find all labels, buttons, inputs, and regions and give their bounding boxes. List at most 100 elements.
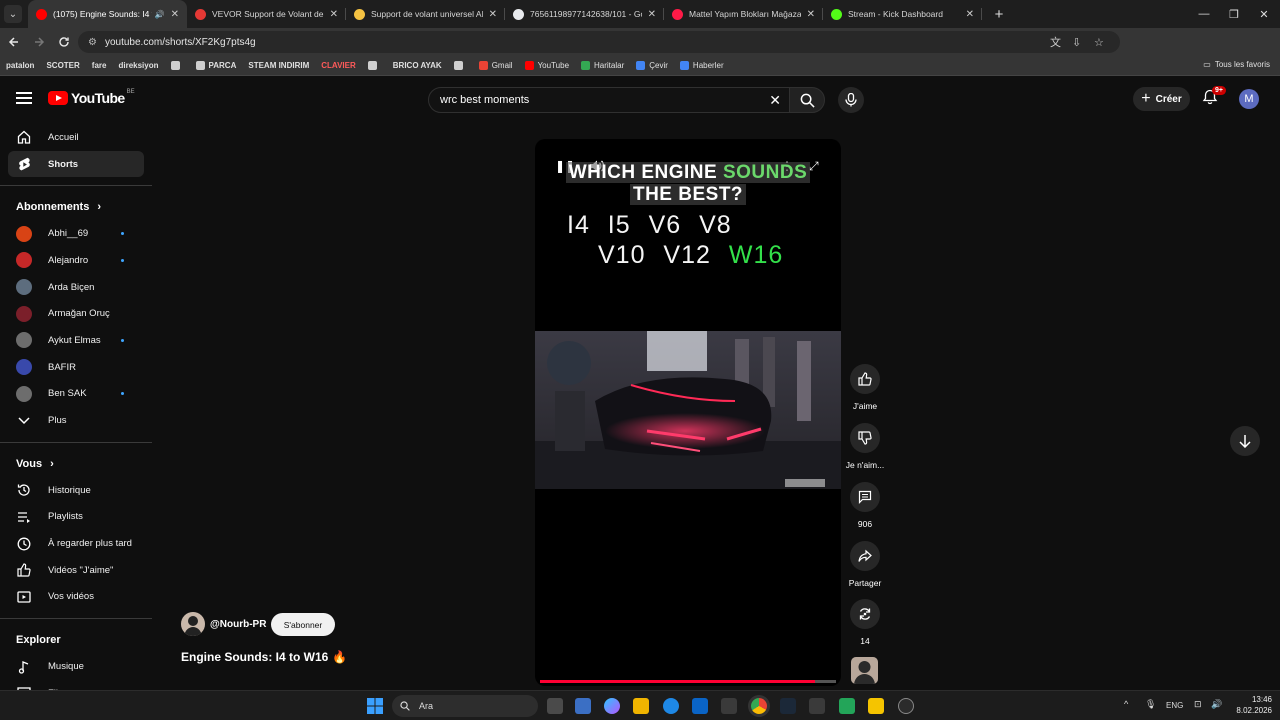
subscribe-button[interactable]: S'abonner bbox=[271, 613, 335, 636]
reload-button[interactable] bbox=[53, 31, 75, 53]
app-icon[interactable] bbox=[898, 698, 914, 714]
site-info-icon[interactable]: ⚙ bbox=[88, 37, 97, 48]
sidebar-item-shorts[interactable]: Shorts bbox=[8, 150, 144, 178]
language-indicator[interactable]: ENG bbox=[1166, 701, 1183, 710]
rockstar-icon[interactable] bbox=[868, 698, 884, 714]
app-icon[interactable] bbox=[721, 698, 737, 714]
sidebar-item[interactable]: Vidéos "J'aime" bbox=[0, 557, 144, 584]
bookmark-item[interactable]: YouTube bbox=[524, 61, 569, 70]
microphone-tray-icon[interactable]: 🎙 bbox=[1145, 699, 1156, 710]
search-button[interactable] bbox=[789, 87, 825, 113]
video-progress-bar[interactable] bbox=[540, 680, 836, 683]
sound-source-thumbnail[interactable] bbox=[851, 657, 878, 684]
tab-search-button[interactable]: ⌄ bbox=[4, 5, 22, 23]
bookmark-item[interactable]: patalon bbox=[6, 61, 34, 70]
clear-search-icon[interactable]: ✕ bbox=[769, 92, 781, 109]
browser-tab[interactable]: 7656119897714263​8/101 - Goo ✕ bbox=[505, 0, 664, 28]
all-bookmarks-button[interactable]: ▭ Tous les favoris bbox=[1203, 60, 1270, 69]
browser-tab[interactable]: Mattel Yapım Blokları Mağazası ✕ bbox=[664, 0, 823, 28]
subscriptions-header[interactable]: Abonnements › bbox=[0, 194, 152, 220]
bookmark-item[interactable]: direksiyon bbox=[118, 61, 158, 70]
bookmark-item[interactable]: Gmail bbox=[478, 61, 513, 70]
bookmark-item[interactable]: SCOTER bbox=[46, 61, 79, 70]
browser-tab[interactable]: Stream - Kick Dashboard ✕ bbox=[823, 0, 982, 28]
bookmark-item[interactable]: fare bbox=[92, 61, 107, 70]
sidebar-subscription-item[interactable]: Aykut Elmas bbox=[0, 327, 144, 354]
bookmark-item[interactable] bbox=[453, 61, 467, 70]
address-bar[interactable]: ⚙ youtube.com/shorts/XF2Kg7pts4g 文 ⇩ ☆ bbox=[78, 31, 1120, 53]
bookmark-item[interactable] bbox=[170, 61, 184, 70]
sidebar-item[interactable]: Playlists bbox=[0, 504, 144, 531]
close-tab-icon[interactable]: ✕ bbox=[171, 9, 179, 20]
sidebar-subscription-item[interactable]: BAFIR bbox=[0, 354, 144, 381]
close-tab-icon[interactable]: ✕ bbox=[807, 9, 815, 20]
shorts-player[interactable]: ❚❚ ⋮ ⤢ WHICH ENGINE SOUNDS THE BEST? I4 … bbox=[535, 139, 841, 686]
steam-icon[interactable] bbox=[780, 698, 796, 714]
channel-name[interactable]: @Nourb-PR bbox=[210, 619, 266, 630]
bookmark-star-icon[interactable]: ☆ bbox=[1094, 31, 1104, 53]
voice-search-button[interactable] bbox=[838, 87, 864, 113]
bookmark-item[interactable]: BRICO AYAK bbox=[393, 61, 442, 70]
sidebar-item[interactable]: Vos vidéos bbox=[0, 584, 144, 611]
tray-overflow-icon[interactable]: ^ bbox=[1124, 699, 1128, 709]
sidebar-item[interactable]: Films bbox=[0, 680, 144, 690]
close-tab-icon[interactable]: ✕ bbox=[330, 9, 338, 20]
search-input[interactable]: wrc best moments ✕ bbox=[428, 87, 790, 113]
bookmark-item[interactable]: CLAVIER bbox=[321, 61, 356, 70]
menu-icon[interactable] bbox=[16, 92, 32, 104]
dislike-button[interactable]: Je n'aim... bbox=[843, 423, 887, 470]
bookmark-item[interactable]: PARCA bbox=[195, 61, 236, 70]
discord-icon[interactable] bbox=[839, 698, 855, 714]
bookmark-item[interactable]: Çevir bbox=[636, 61, 668, 70]
sidebar-item-home[interactable]: Accueil bbox=[0, 124, 144, 151]
notifications-button[interactable]: 9+ bbox=[1202, 86, 1226, 109]
task-view-icon[interactable] bbox=[547, 698, 563, 714]
network-icon[interactable]: ⊡ bbox=[1194, 699, 1202, 710]
share-button[interactable]: Partager bbox=[843, 541, 887, 588]
close-window-button[interactable]: ✕ bbox=[1248, 0, 1280, 28]
new-tab-button[interactable]: + bbox=[988, 6, 1010, 23]
forward-button[interactable] bbox=[28, 31, 50, 53]
bookmark-item[interactable]: Haberler bbox=[679, 61, 724, 70]
youtube-logo[interactable]: YouTube BE bbox=[48, 89, 135, 106]
windows-start-icon[interactable] bbox=[367, 698, 383, 714]
comments-button[interactable]: 906 bbox=[843, 482, 887, 529]
sidebar-subscription-item[interactable]: Alejandro bbox=[0, 247, 144, 274]
system-clock[interactable]: 13:46 8.02.2026 bbox=[1228, 694, 1272, 716]
like-button[interactable]: J'aime bbox=[843, 364, 887, 411]
next-short-button[interactable] bbox=[1230, 426, 1260, 456]
bookmark-item[interactable]: Haritalar bbox=[581, 61, 624, 70]
install-app-icon[interactable]: ⇩ bbox=[1072, 31, 1081, 53]
create-button[interactable]: + Créer bbox=[1133, 87, 1190, 111]
chrome-icon[interactable] bbox=[751, 698, 767, 714]
file-explorer-icon[interactable] bbox=[633, 698, 649, 714]
translate-icon[interactable]: 文 bbox=[1050, 31, 1061, 53]
sidebar-subscription-item[interactable]: Ben SAK bbox=[0, 381, 144, 408]
close-tab-icon[interactable]: ✕ bbox=[648, 9, 656, 20]
browser-tab[interactable]: Support de volant universel AM ✕ bbox=[346, 0, 505, 28]
you-header[interactable]: Vous › bbox=[0, 451, 152, 477]
browser-tab[interactable]: VEVOR Support de Volant de C ✕ bbox=[187, 0, 346, 28]
sidebar-subscription-item[interactable]: Abhi__69 bbox=[0, 220, 144, 247]
outlook-icon[interactable] bbox=[692, 698, 708, 714]
tab-audio-icon[interactable]: 🔊 bbox=[155, 10, 165, 19]
restore-button[interactable]: ❐ bbox=[1218, 0, 1250, 28]
edge-icon[interactable] bbox=[663, 698, 679, 714]
channel-avatar[interactable] bbox=[181, 612, 205, 636]
bookmark-item[interactable] bbox=[367, 61, 381, 70]
copilot-icon[interactable] bbox=[604, 698, 620, 714]
volume-tray-icon[interactable]: 🔊 bbox=[1211, 699, 1222, 710]
close-tab-icon[interactable]: ✕ bbox=[489, 9, 497, 20]
app-icon[interactable] bbox=[809, 698, 825, 714]
back-button[interactable] bbox=[3, 31, 25, 53]
sidebar-show-more[interactable]: Plus bbox=[0, 407, 144, 434]
sidebar-subscription-item[interactable]: Armağan Oruç bbox=[0, 300, 144, 327]
sidebar-subscription-item[interactable]: Arda Biçen bbox=[0, 274, 144, 301]
sidebar-item[interactable]: Historique bbox=[0, 477, 144, 504]
taskbar-search[interactable]: Ara bbox=[392, 695, 538, 717]
browser-tab[interactable]: (1075) Engine Sounds: I4 to 🔊 ✕ bbox=[28, 0, 187, 28]
sidebar-item[interactable]: Musique bbox=[0, 653, 144, 680]
minimize-button[interactable]: — bbox=[1188, 0, 1220, 28]
store-icon[interactable] bbox=[575, 698, 591, 714]
close-tab-icon[interactable]: ✕ bbox=[966, 9, 974, 20]
